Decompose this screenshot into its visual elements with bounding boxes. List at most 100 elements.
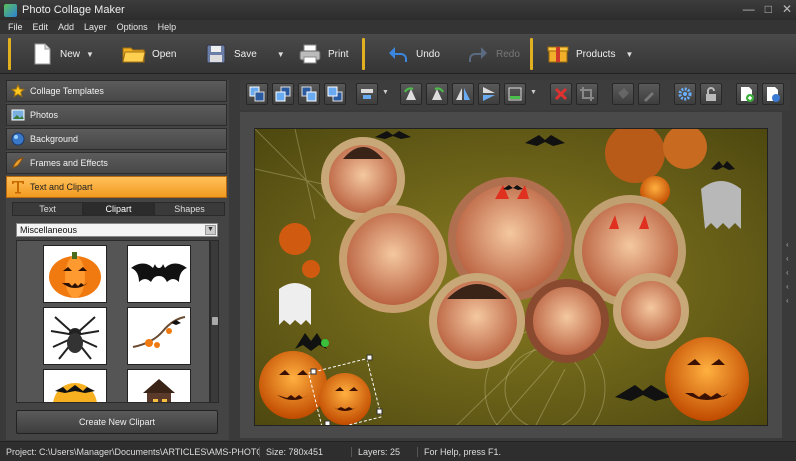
maximize-icon[interactable]: □ [765,2,772,16]
status-bar: Project: C:\Users\Manager\Documents\ARTI… [0,441,796,461]
clipart-scrollbar[interactable] [210,240,219,403]
send-backward-icon [301,86,317,102]
star-icon [11,84,25,98]
save-button[interactable]: Save ▼ [204,38,285,70]
lock-button[interactable] [700,83,722,105]
spider-clip[interactable] [43,307,107,365]
sidebar-item-label: Frames and Effects [30,158,108,168]
menu-layer[interactable]: Layer [84,22,107,32]
open-label: Open [152,48,177,60]
sidebar-item-label: Photos [30,110,59,120]
menu-add[interactable]: Add [58,22,74,32]
chevron-left-icon[interactable]: ‹ [786,282,794,291]
sidebar-item-photos[interactable]: Photos [6,104,227,126]
new-button[interactable]: New ▼ [30,38,94,70]
clipart-category-select[interactable]: Miscellaneous ▼ [16,223,218,237]
sidebar-item-collage-templates[interactable]: Collage Templates [6,80,227,102]
pumpkin-clip[interactable] [43,245,107,303]
right-collapse-arrows[interactable]: ‹ ‹ ‹ ‹ ‹ [786,240,794,305]
flip-vertical-button[interactable] [478,83,500,105]
layout-button[interactable] [504,83,526,105]
moon-bat-clip[interactable] [43,369,107,402]
minimize-icon[interactable]: — [743,2,755,16]
sidebar-item-label: Collage Templates [30,86,104,96]
main-toolbar: New ▼ Open Save ▼ Print Undo Redo Produc… [0,34,796,74]
chevron-down-icon[interactable]: ▼ [205,225,216,235]
redo-label: Redo [496,48,520,60]
tab-clipart[interactable]: Clipart [83,202,154,216]
create-new-clipart-button[interactable]: Create New Clipart [16,410,218,434]
collage-canvas[interactable] [254,128,768,426]
undo-button[interactable]: Undo [386,38,440,70]
menu-edit[interactable]: Edit [33,22,49,32]
send-backward-button[interactable] [298,83,320,105]
save-dropdown-icon[interactable]: ▼ [277,50,285,59]
menu-help[interactable]: Help [158,22,177,32]
sidebar-item-frames-effects[interactable]: Frames and Effects [6,152,227,174]
house-clip[interactable] [127,369,191,402]
menu-file[interactable]: File [8,22,23,32]
layout-icon [508,87,522,101]
settings-button[interactable] [674,83,696,105]
color-picker-button[interactable] [638,83,660,105]
align-button[interactable] [356,83,378,105]
redo-button[interactable]: Redo [466,38,520,70]
rotate-left-icon [404,87,416,100]
tab-shapes[interactable]: Shapes [154,202,225,216]
send-back-icon [327,86,343,102]
sidebar-item-background[interactable]: Background [6,128,227,150]
printer-icon [298,42,322,66]
send-to-back-button[interactable] [324,83,346,105]
add-page-button[interactable] [736,83,758,105]
bring-to-front-button[interactable] [246,83,268,105]
tab-text[interactable]: Text [12,202,83,216]
crop-button[interactable] [576,83,598,105]
bring-forward-icon [275,86,291,102]
close-icon[interactable]: ✕ [782,2,792,16]
floppy-icon [204,42,228,66]
layout-dropdown-icon[interactable]: ▼ [530,89,537,96]
products-button[interactable]: Products ▼ [546,38,633,70]
align-icon [361,89,373,99]
status-project: Project: C:\Users\Manager\Documents\ARTI… [0,446,260,457]
chevron-left-icon[interactable]: ‹ [786,296,794,305]
delete-button[interactable] [550,83,572,105]
fill-button[interactable] [612,83,634,105]
rotate-left-button[interactable] [400,83,422,105]
chevron-left-icon[interactable]: ‹ [786,240,794,249]
chevron-left-icon[interactable]: ‹ [786,268,794,277]
flip-vertical-icon [483,87,495,101]
background-icon [11,132,25,146]
bring-forward-button[interactable] [272,83,294,105]
rotate-right-icon [432,87,444,100]
align-dropdown-icon[interactable]: ▼ [382,89,389,96]
rotate-right-button[interactable] [426,83,448,105]
scrollbar-thumb[interactable] [212,317,218,325]
undo-label: Undo [416,48,440,60]
toolbar-separator [530,38,533,70]
print-button[interactable]: Print [298,38,349,70]
category-value: Miscellaneous [20,225,78,235]
frames-icon [11,156,25,170]
delete-icon [554,87,568,101]
undo-icon [386,42,410,66]
open-button[interactable]: Open [122,38,176,70]
new-dropdown-icon[interactable]: ▼ [86,50,94,59]
page-settings-button[interactable] [762,83,784,105]
pumpkin-icon [49,252,101,298]
flip-horizontal-button[interactable] [452,83,474,105]
eyedropper-icon [644,92,654,102]
products-dropdown-icon[interactable]: ▼ [625,50,633,59]
menu-options[interactable]: Options [117,22,148,32]
add-page-icon [741,87,754,102]
bat-clip[interactable] [127,245,191,303]
fill-icon [618,88,629,99]
chevron-left-icon[interactable]: ‹ [786,254,794,263]
status-size: Size: 780x451 [260,446,352,457]
bat-icon [131,263,187,282]
toolbar-separator [8,38,11,70]
title-bar: Photo Collage Maker — □ ✕ [0,0,796,20]
gear-icon [678,87,692,101]
sidebar-item-text-clipart[interactable]: Text and Clipart [6,176,227,198]
branch-clip[interactable] [127,307,191,365]
